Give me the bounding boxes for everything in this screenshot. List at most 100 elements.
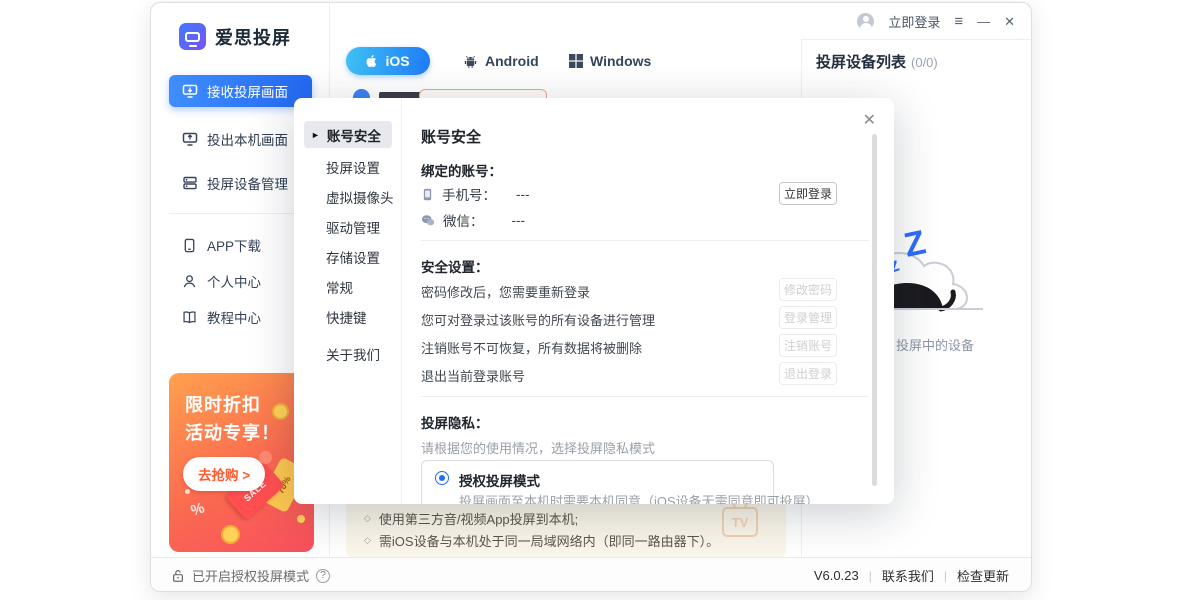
wechat-value: ---: [512, 213, 526, 228]
selected-arrow-icon: ►: [311, 130, 320, 140]
change-password-button[interactable]: 修改密码: [779, 278, 837, 301]
sidebar-item-label: 教程中心: [207, 307, 261, 327]
app-title: 爱思投屏: [215, 24, 291, 50]
tab-label: iOS: [385, 53, 409, 69]
settings-menu-virtual-camera[interactable]: 虚拟摄像头: [326, 187, 394, 207]
sidebar-item-cast-out[interactable]: 投出本机画面: [169, 123, 312, 155]
dialog-close-icon[interactable]: ✕: [863, 113, 876, 129]
help-icon[interactable]: ?: [316, 569, 330, 583]
login-now-button[interactable]: 立即登录: [779, 182, 837, 205]
sidebar-item-device-management[interactable]: 投屏设备管理: [169, 167, 312, 199]
bound-account-label: 绑定的账号：: [421, 160, 502, 180]
device-count: (0/0): [911, 55, 938, 70]
logout-button[interactable]: 退出登录: [779, 362, 837, 385]
settings-menu-cast-settings[interactable]: 投屏设置: [326, 157, 380, 177]
phone-value: ---: [516, 187, 530, 202]
sidebar-item-label: 接收投屏画面: [207, 81, 288, 101]
sidebar-item-label: APP下载: [207, 235, 261, 255]
empty-devices-caption: 投屏中的设备: [896, 335, 974, 354]
phone-row: 手机号： ---: [421, 184, 530, 204]
avatar-icon[interactable]: [857, 13, 874, 30]
devices-icon: [182, 175, 198, 191]
windows-icon: [569, 54, 583, 68]
tab-ios[interactable]: iOS: [346, 47, 430, 75]
cast-mode-text: 已开启授权投屏模式: [192, 566, 309, 585]
tip-text: 使用第三方音/视频App投屏到本机;: [379, 509, 578, 528]
titlebar-divider: [801, 39, 1032, 40]
security-settings-label: 安全设置：: [421, 256, 489, 276]
dialog-scrollbar[interactable]: [872, 134, 877, 486]
tips-panel: ◇ 使用第三方音/视频App投屏到本机; ◇ 需iOS设备与本机处于同一局域网络…: [346, 497, 786, 558]
tip-item: ◇ 使用第三方音/视频App投屏到本机;: [364, 509, 578, 528]
delete-account-button[interactable]: 注销账号: [779, 334, 837, 357]
app-window: 爱思投屏 接收投屏画面 投出本机画面 投屏设备管理 APP下载 个人中心 教程中…: [150, 2, 1032, 592]
book-icon: [182, 310, 197, 325]
tab-label: Windows: [590, 53, 651, 69]
coin-icon: [221, 525, 240, 544]
monitor-send-icon: [182, 131, 198, 147]
privacy-hint: 请根据您的使用情况，选择投屏隐私模式: [421, 438, 655, 457]
settings-menu-general[interactable]: 常规: [326, 277, 353, 297]
separator: |: [869, 569, 872, 583]
security-row-text: 退出当前登录账号: [421, 366, 525, 385]
section-divider: [421, 396, 869, 397]
menu-label: 账号安全: [327, 125, 381, 145]
minimize-button[interactable]: —: [977, 15, 990, 28]
app-logo: 爱思投屏: [179, 23, 291, 50]
diamond-bullet-icon: ◇: [364, 513, 371, 524]
sidebar-item-app-download[interactable]: APP下载: [169, 231, 312, 259]
authorized-cast-mode-option[interactable]: 授权投屏模式 投屏画面至本机时需要本机同意（iOS设备无需同意即可投屏）: [421, 460, 774, 504]
device-list-title: 投屏设备列表(0/0): [816, 51, 938, 72]
tab-windows[interactable]: Windows: [569, 53, 651, 69]
privacy-option-title: 授权投屏模式: [459, 470, 540, 490]
app-logo-icon: [179, 23, 206, 50]
sidebar-item-personal-center[interactable]: 个人中心: [169, 267, 312, 295]
phone-icon: [421, 188, 434, 201]
menu-icon[interactable]: ≡: [954, 14, 963, 29]
cast-privacy-label: 投屏隐私：: [421, 412, 489, 432]
tv-icon: TV: [722, 507, 758, 537]
android-icon: [463, 54, 478, 69]
tab-android[interactable]: Android: [463, 53, 539, 69]
tab-label: Android: [485, 53, 539, 69]
cast-mode-status: 已开启授权投屏模式 ?: [171, 566, 330, 585]
section-divider: [421, 240, 869, 241]
contact-us-link[interactable]: 联系我们: [882, 566, 934, 585]
percent-deco: %: [189, 499, 207, 519]
status-bar: 已开启授权投屏模式 ? V6.0.23 | 联系我们 | 检查更新: [151, 557, 1031, 591]
login-management-button[interactable]: 登录管理: [779, 306, 837, 329]
titlebar-login-link[interactable]: 立即登录: [888, 12, 940, 31]
sidebar-item-label: 投出本机画面: [207, 129, 288, 149]
promo-line2: 活动专享！: [185, 419, 280, 445]
wechat-icon: [421, 214, 435, 227]
privacy-option-desc: 投屏画面至本机时需要本机同意（iOS设备无需同意即可投屏）: [459, 491, 819, 504]
window-titlebar: 立即登录 ≡ — ✕: [857, 12, 1015, 31]
promo-buy-button[interactable]: 去抢购 >: [183, 457, 265, 491]
settings-menu-hotkeys[interactable]: 快捷键: [326, 307, 367, 327]
sidebar-item-tutorial-center[interactable]: 教程中心: [169, 303, 312, 331]
settings-menu-account-security[interactable]: ► 账号安全: [304, 121, 392, 148]
close-button[interactable]: ✕: [1004, 15, 1015, 28]
apple-icon: [366, 54, 379, 69]
tip-text: 需iOS设备与本机处于同一局域网络内（即同一路由器下）。: [379, 531, 719, 550]
deco-dot: [185, 489, 190, 494]
settings-menu-driver-management[interactable]: 驱动管理: [326, 217, 380, 237]
sidebar-item-receive-cast[interactable]: 接收投屏画面: [169, 75, 312, 107]
wechat-row: 微信： ---: [421, 210, 525, 230]
security-row-text: 密码修改后，您需要重新登录: [421, 282, 590, 301]
person-icon: [182, 274, 197, 289]
monitor-receive-icon: [182, 83, 198, 99]
sidebar-item-label: 投屏设备管理: [207, 173, 288, 193]
settings-menu-storage-settings[interactable]: 存储设置: [326, 247, 380, 267]
deco-dot: [297, 515, 305, 523]
security-row-text: 注销账号不可恢复，所有数据将被删除: [421, 338, 642, 357]
radio-selected-icon[interactable]: [435, 471, 449, 485]
promo-banner[interactable]: 70% SALE % 限时折扣 活动专享！ 去抢购 >: [169, 373, 314, 552]
sidebar-separator: [169, 213, 311, 214]
coin-icon: [272, 403, 289, 420]
settings-menu-about-us[interactable]: 关于我们: [326, 344, 380, 364]
tip-item: ◇ 需iOS设备与本机处于同一局域网络内（即同一路由器下）。: [364, 531, 719, 550]
check-update-link[interactable]: 检查更新: [957, 566, 1009, 585]
dialog-menu-divider: [401, 98, 402, 504]
version-label: V6.0.23: [814, 568, 859, 583]
